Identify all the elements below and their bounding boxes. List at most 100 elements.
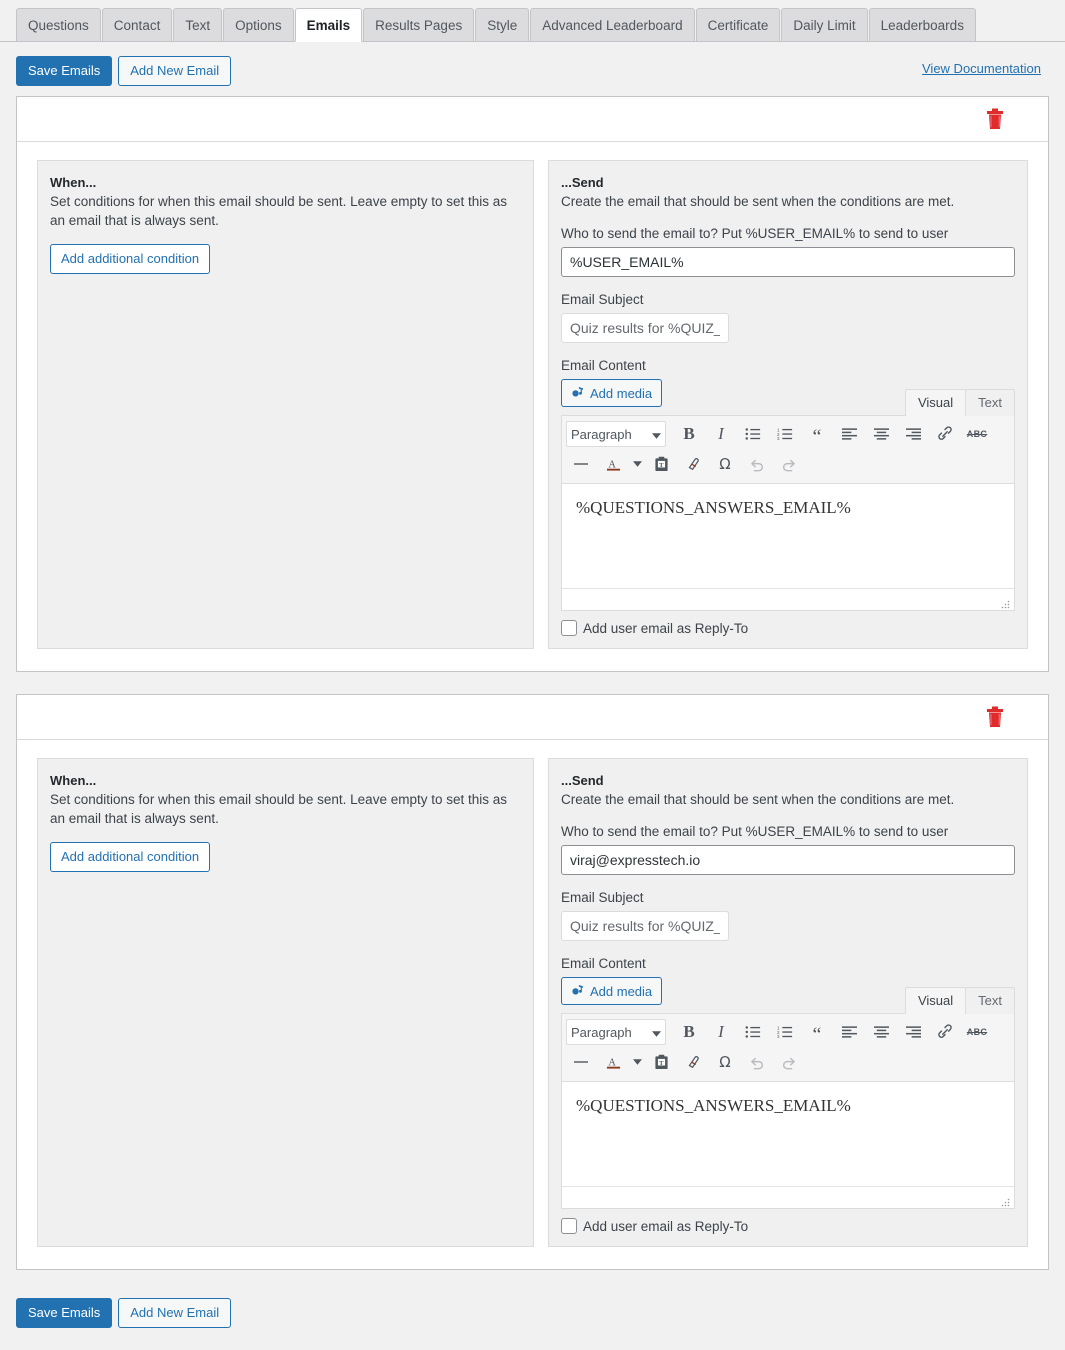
add-media-button[interactable]: Add media bbox=[561, 379, 663, 407]
subject-field-label: Email Subject bbox=[561, 890, 644, 905]
email-panel-body: When... Set conditions for when this ema… bbox=[17, 142, 1048, 671]
svg-text:T: T bbox=[659, 1060, 664, 1067]
email-panel-body: When... Set conditions for when this ema… bbox=[17, 740, 1048, 1269]
tab-results-pages[interactable]: Results Pages bbox=[363, 8, 475, 42]
align-left-icon[interactable] bbox=[834, 1018, 864, 1046]
align-right-icon[interactable] bbox=[898, 420, 928, 448]
strikethrough-icon[interactable]: ABC bbox=[962, 420, 992, 448]
bold-icon[interactable]: B bbox=[674, 1018, 704, 1046]
bulleted-list-icon[interactable] bbox=[738, 1018, 768, 1046]
email-content-editor: Add media Visual Text Paragraph B I 1 2 … bbox=[561, 977, 1015, 1234]
paste-as-text-icon[interactable]: T bbox=[646, 1048, 676, 1076]
editor-resize-handle[interactable] bbox=[1000, 597, 1010, 609]
when-section-title: When... bbox=[50, 175, 97, 190]
save-emails-button[interactable]: Save Emails bbox=[16, 56, 113, 86]
reply-to-checkbox[interactable] bbox=[561, 1218, 577, 1234]
trash-icon[interactable] bbox=[986, 706, 1004, 728]
view-documentation-link[interactable]: View Documentation bbox=[922, 61, 1041, 76]
special-character-icon[interactable]: Ω bbox=[710, 450, 740, 478]
save-emails-button-bottom[interactable]: Save Emails bbox=[16, 1298, 113, 1328]
special-character-icon[interactable]: Ω bbox=[710, 1048, 740, 1076]
text-color-icon[interactable]: A bbox=[598, 1048, 628, 1076]
align-center-icon[interactable] bbox=[866, 1018, 896, 1046]
add-new-email-button-bottom[interactable]: Add New Email bbox=[118, 1298, 232, 1328]
emails-settings-page: Questions Contact Text Options Emails Results… bbox=[0, 0, 1065, 1350]
email-panel: When... Set conditions for when this ema… bbox=[16, 96, 1049, 672]
add-new-email-button[interactable]: Add New Email bbox=[118, 56, 232, 86]
blockquote-icon[interactable]: “ bbox=[802, 420, 832, 448]
align-right-icon[interactable] bbox=[898, 1018, 928, 1046]
when-section-description: Set conditions for when this email shoul… bbox=[50, 194, 508, 228]
editor-tab-text[interactable]: Text bbox=[965, 389, 1015, 416]
paste-as-text-icon[interactable]: T bbox=[646, 450, 676, 478]
add-media-button[interactable]: Add media bbox=[561, 977, 663, 1005]
align-left-icon[interactable] bbox=[834, 420, 864, 448]
redo-icon[interactable] bbox=[774, 1048, 804, 1076]
tab-contact[interactable]: Contact bbox=[101, 8, 173, 42]
email-panel: When... Set conditions for when this ema… bbox=[16, 694, 1049, 1270]
numbered-list-icon[interactable]: 123 bbox=[770, 1018, 800, 1046]
numbered-list-icon[interactable]: 123 bbox=[770, 420, 800, 448]
text-color-icon[interactable]: A bbox=[598, 450, 628, 478]
editor-top-bar: Add media Visual Text bbox=[561, 379, 1015, 416]
bottom-action-bar: Save Emails Add New Email bbox=[0, 1292, 1065, 1350]
reply-to-checkbox[interactable] bbox=[561, 620, 577, 636]
editor-toolbar-row-2: A T Ω bbox=[566, 449, 1010, 479]
strikethrough-icon[interactable]: ABC bbox=[962, 1018, 992, 1046]
tab-text[interactable]: Text bbox=[173, 8, 223, 42]
horizontal-rule-icon[interactable] bbox=[566, 450, 596, 478]
align-center-icon[interactable] bbox=[866, 420, 896, 448]
when-section-description: Set conditions for when this email shoul… bbox=[50, 792, 508, 826]
tab-leaderboards[interactable]: Leaderboards bbox=[868, 8, 976, 42]
editor-box: Paragraph B I 123 “ ABC A T Ω %QUESTIONS… bbox=[561, 415, 1015, 611]
clear-formatting-icon[interactable] bbox=[678, 1048, 708, 1076]
chevron-down-icon bbox=[652, 427, 661, 442]
editor-tab-visual[interactable]: Visual bbox=[904, 389, 967, 416]
link-icon[interactable] bbox=[930, 1018, 960, 1046]
add-additional-condition-button[interactable]: Add additional condition bbox=[50, 842, 211, 872]
tab-advanced-leaderboard[interactable]: Advanced Leaderboard bbox=[530, 8, 695, 42]
blockquote-icon[interactable]: “ bbox=[802, 1018, 832, 1046]
tab-style[interactable]: Style bbox=[475, 8, 530, 42]
clear-formatting-icon[interactable] bbox=[678, 450, 708, 478]
link-icon[interactable] bbox=[930, 420, 960, 448]
trash-icon[interactable] bbox=[986, 108, 1004, 130]
editor-top-bar: Add media Visual Text bbox=[561, 977, 1015, 1014]
horizontal-rule-icon[interactable] bbox=[566, 1048, 596, 1076]
media-icon bbox=[571, 984, 585, 998]
text-color-dropdown-icon[interactable] bbox=[630, 1048, 644, 1076]
redo-icon[interactable] bbox=[774, 450, 804, 478]
undo-icon[interactable] bbox=[742, 450, 772, 478]
recipient-input[interactable] bbox=[561, 247, 1015, 277]
subject-input[interactable] bbox=[561, 911, 729, 941]
subject-input[interactable] bbox=[561, 313, 729, 343]
add-media-label: Add media bbox=[590, 983, 653, 999]
editor-tab-text[interactable]: Text bbox=[965, 987, 1015, 1014]
svg-text:3: 3 bbox=[777, 1034, 780, 1039]
paragraph-format-select[interactable]: Paragraph bbox=[566, 421, 666, 447]
editor-content-area[interactable]: %QUESTIONS_ANSWERS_EMAIL% bbox=[562, 484, 1014, 589]
add-additional-condition-button[interactable]: Add additional condition bbox=[50, 244, 211, 274]
italic-icon[interactable]: I bbox=[706, 420, 736, 448]
bold-icon[interactable]: B bbox=[674, 420, 704, 448]
editor-resize-handle[interactable] bbox=[1000, 1195, 1010, 1207]
editor-tab-visual[interactable]: Visual bbox=[904, 987, 967, 1014]
tab-options[interactable]: Options bbox=[223, 8, 294, 42]
top-action-bar: Save Emails Add New Email View Documentat… bbox=[0, 42, 1065, 96]
when-conditions-section: When... Set conditions for when this ema… bbox=[37, 160, 534, 649]
text-color-dropdown-icon[interactable] bbox=[630, 450, 644, 478]
tab-questions[interactable]: Questions bbox=[16, 8, 101, 42]
editor-toolbar-row-1: Paragraph B I 123 “ ABC bbox=[566, 419, 1010, 449]
email-panel-header bbox=[17, 695, 1048, 740]
undo-icon[interactable] bbox=[742, 1048, 772, 1076]
when-conditions-section: When... Set conditions for when this ema… bbox=[37, 758, 534, 1247]
recipient-input[interactable] bbox=[561, 845, 1015, 875]
send-section-title: ...Send bbox=[561, 175, 604, 190]
paragraph-format-select[interactable]: Paragraph bbox=[566, 1019, 666, 1045]
tab-certificate[interactable]: Certificate bbox=[695, 8, 781, 42]
tab-daily-limit[interactable]: Daily Limit bbox=[781, 8, 868, 42]
italic-icon[interactable]: I bbox=[706, 1018, 736, 1046]
editor-content-area[interactable]: %QUESTIONS_ANSWERS_EMAIL% bbox=[562, 1082, 1014, 1187]
bulleted-list-icon[interactable] bbox=[738, 420, 768, 448]
tab-emails[interactable]: Emails bbox=[294, 8, 363, 42]
